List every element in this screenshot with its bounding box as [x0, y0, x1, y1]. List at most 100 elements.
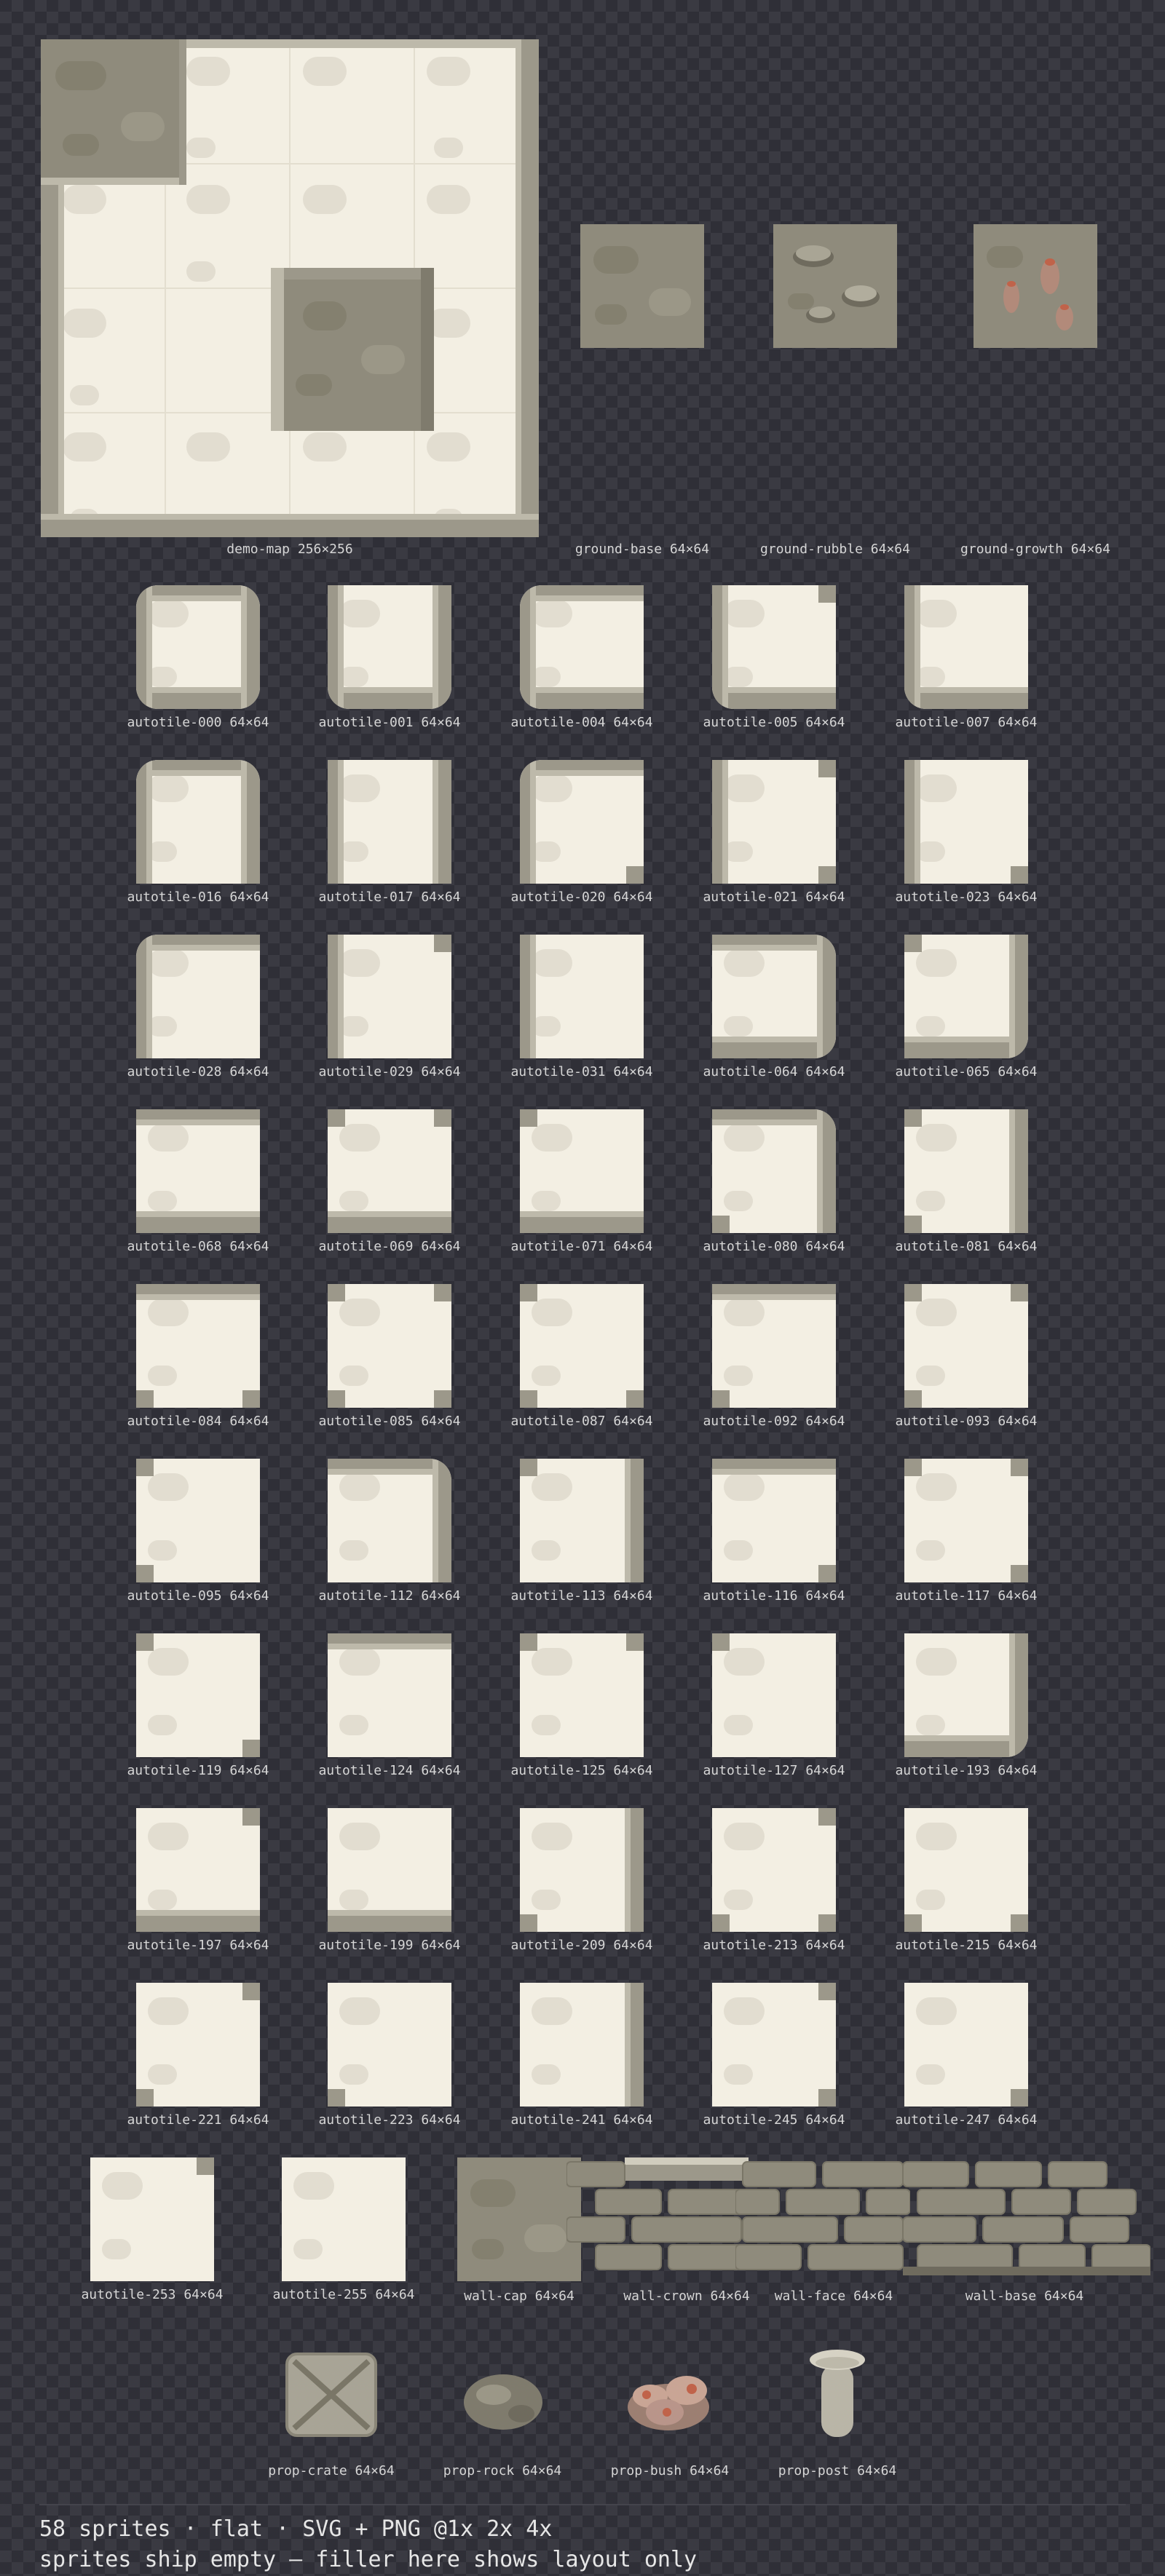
- floor-blob: [916, 1473, 957, 1501]
- floor-blob: [724, 1299, 765, 1326]
- ground-growth-label: ground-growth 64×64: [960, 542, 1110, 557]
- wall-edge: [520, 760, 530, 884]
- floor-blob: [532, 1473, 572, 1501]
- wall-edge: [328, 1284, 345, 1301]
- floor-blob: [724, 1715, 753, 1735]
- floor-blob: [532, 667, 561, 687]
- wall-edge: [434, 935, 451, 952]
- autotile-241: [520, 1983, 644, 2107]
- wall-edge: [520, 693, 644, 709]
- wall-edge: [817, 935, 823, 1058]
- autotile-label: autotile-080 64×64: [703, 1239, 845, 1254]
- floor-blob: [532, 1997, 572, 2025]
- autotile-071: [520, 1109, 644, 1233]
- autotile-label: autotile-247 64×64: [895, 2112, 1038, 2128]
- wall-edge: [338, 760, 344, 884]
- floor-blob: [339, 774, 380, 802]
- floor-blob: [339, 1366, 368, 1386]
- ground-rubble-label: ground-rubble 64×64: [760, 542, 910, 557]
- wall-edge: [136, 1910, 260, 1916]
- wall-edge: [904, 935, 922, 952]
- prop-rock-sprite: [463, 2373, 543, 2431]
- wall-edge: [136, 2089, 154, 2107]
- floor-blob: [724, 949, 765, 977]
- wall-edge: [1011, 1284, 1028, 1301]
- wall-edge: [915, 585, 920, 709]
- autotile-label: autotile-031 64×64: [510, 1064, 653, 1079]
- floor-blob: [148, 1473, 189, 1501]
- wall-edge: [434, 1109, 451, 1127]
- autotile-064: [712, 935, 836, 1058]
- autotile-029: [328, 935, 451, 1058]
- wall-edge: [136, 1633, 154, 1651]
- floor-blob: [532, 600, 572, 627]
- ground-base-sprite: [580, 224, 704, 348]
- floor-blob: [916, 2064, 945, 2085]
- autotile-label: autotile-093 64×64: [895, 1414, 1038, 1429]
- wall-edge: [712, 1390, 730, 1408]
- floor-blob: [916, 1124, 957, 1152]
- autotile-label: autotile-245 64×64: [703, 2112, 845, 2128]
- wall-edge: [520, 1284, 537, 1301]
- wall-edge: [1011, 1565, 1028, 1582]
- floor-blob: [724, 600, 765, 627]
- wall-edge: [1011, 1914, 1028, 1932]
- footer-line-1: 58 sprites · flat · SVG + PNG @1x 2x 4x: [39, 2516, 553, 2542]
- autotile-label: autotile-124 64×64: [318, 1763, 461, 1778]
- autotile-label: autotile-064 64×64: [703, 1064, 845, 1079]
- wall-edge: [328, 1644, 451, 1649]
- wall-edge: [1011, 2089, 1028, 2107]
- wall-edge: [818, 760, 836, 777]
- floor-blob: [148, 1715, 177, 1735]
- wall-edge: [1009, 1109, 1015, 1233]
- wall-edge: [338, 935, 344, 1058]
- wall-edge: [520, 935, 530, 1058]
- prop-bush-sprite: [625, 2367, 712, 2433]
- wall-edge: [146, 935, 152, 1058]
- autotile-label: autotile-119 64×64: [127, 1763, 269, 1778]
- wall-edge: [904, 760, 915, 884]
- wall-edge: [626, 1390, 644, 1408]
- wall-crown-sprite: [566, 2157, 749, 2281]
- wall-edge: [904, 585, 915, 709]
- wall-edge: [433, 1459, 438, 1582]
- autotile-label: autotile-023 64×64: [895, 889, 1038, 905]
- wall-edge: [625, 1983, 631, 2107]
- autotile-017: [328, 760, 451, 884]
- wall-edge: [433, 585, 438, 709]
- autotile-016: [136, 760, 260, 884]
- wall-edge: [712, 1914, 730, 1932]
- demo-map-label: demo-map 256×256: [226, 542, 353, 557]
- autotile-label: autotile-197 64×64: [127, 1938, 269, 1953]
- floor-blob: [916, 1648, 957, 1676]
- autotile-label: autotile-017 64×64: [318, 889, 461, 905]
- wall-edge: [520, 687, 644, 693]
- wall-edge: [197, 2157, 214, 2175]
- autotile-label: autotile-001 64×64: [318, 715, 461, 730]
- wall-edge: [438, 1459, 451, 1582]
- floor-blob: [724, 1016, 753, 1037]
- autotile-021: [712, 760, 836, 884]
- wall-edge: [438, 760, 451, 884]
- floor-blob: [724, 841, 753, 862]
- wall-edge: [712, 1469, 836, 1475]
- wall-edge: [530, 935, 536, 1058]
- autotile-label: autotile-112 64×64: [318, 1588, 461, 1604]
- autotile-127: [712, 1633, 836, 1757]
- floor-blob: [339, 1540, 368, 1561]
- autotile-004: [520, 585, 644, 709]
- autotile-199: [328, 1808, 451, 1932]
- autotile-label: autotile-241 64×64: [510, 2112, 653, 2128]
- wall-edge: [1011, 1459, 1028, 1476]
- floor-blob: [148, 1997, 189, 2025]
- wall-edge: [1009, 1633, 1015, 1757]
- floor-blob: [532, 1124, 572, 1152]
- autotile-116: [712, 1459, 836, 1582]
- demo-map: [41, 39, 539, 537]
- ground-growth-sprite: [974, 224, 1097, 348]
- ground-rubble-sprite: [773, 224, 897, 348]
- autotile-223: [328, 1983, 451, 2107]
- floor-blob: [916, 1890, 945, 1910]
- autotile-080: [712, 1109, 836, 1233]
- footer-divider: [39, 2504, 1126, 2505]
